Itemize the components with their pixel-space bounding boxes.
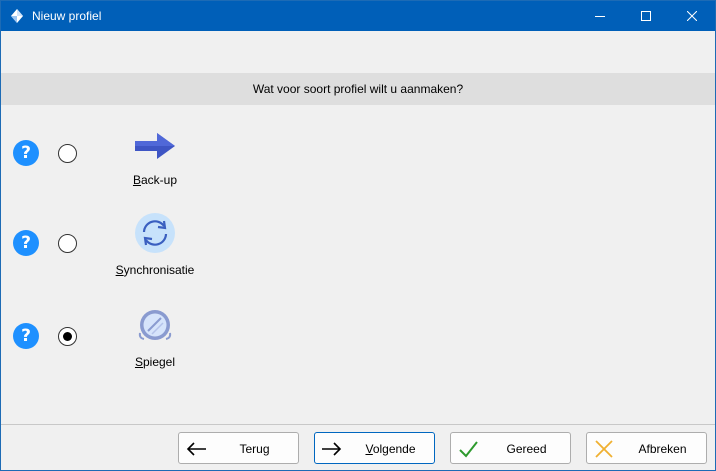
window-title: Nieuw profiel — [32, 9, 102, 23]
cross-icon — [595, 440, 613, 458]
help-icon[interactable]: ? — [13, 323, 39, 349]
option-label-spiegel: Spiegel — [134, 355, 176, 369]
dialog-window: Nieuw profiel Wat voor soort profiel wil… — [0, 0, 716, 471]
next-button-label: Volgende — [365, 442, 416, 456]
option-spiegel[interactable]: ? Spiegel — [1, 303, 715, 373]
close-button[interactable] — [669, 1, 715, 31]
back-button[interactable]: Terug — [178, 432, 299, 464]
back-button-label: Terug — [239, 442, 270, 456]
done-button-label: Gereed — [506, 442, 547, 456]
question-header: Wat voor soort profiel wilt u aanmaken? — [1, 73, 715, 105]
cancel-button-label: Afbreken — [638, 442, 687, 456]
question-text: Wat voor soort profiel wilt u aanmaken? — [252, 82, 464, 96]
radio-synchronisatie[interactable] — [58, 234, 77, 253]
footer-separator — [1, 424, 715, 425]
maximize-icon — [641, 11, 651, 21]
radio-backup[interactable] — [58, 144, 77, 163]
sync-icon — [135, 213, 175, 253]
title-bar[interactable]: Nieuw profiel — [1, 1, 715, 31]
option-synchronisatie[interactable]: ? Synchronisatie — [1, 211, 715, 281]
help-icon[interactable]: ? — [13, 230, 39, 256]
checkmark-icon — [459, 441, 478, 458]
maximize-button[interactable] — [623, 1, 669, 31]
help-icon[interactable]: ? — [13, 140, 39, 166]
close-icon — [687, 11, 697, 21]
arrow-right-icon — [135, 133, 175, 159]
mirror-icon — [138, 310, 172, 340]
next-button[interactable]: Volgende — [314, 432, 435, 464]
app-icon — [11, 9, 23, 23]
radio-spiegel[interactable] — [58, 327, 77, 346]
done-button[interactable]: Gereed — [450, 432, 571, 464]
option-backup[interactable]: ? Back-up — [1, 121, 715, 191]
arrow-right-icon — [322, 442, 342, 456]
arrow-left-icon — [186, 442, 206, 456]
minimize-icon — [595, 16, 605, 17]
option-label-synchronisatie: Synchronisatie — [115, 263, 195, 277]
minimize-button[interactable] — [577, 1, 623, 31]
cancel-button[interactable]: Afbreken — [586, 432, 707, 464]
option-label-backup: Back-up — [132, 173, 178, 187]
